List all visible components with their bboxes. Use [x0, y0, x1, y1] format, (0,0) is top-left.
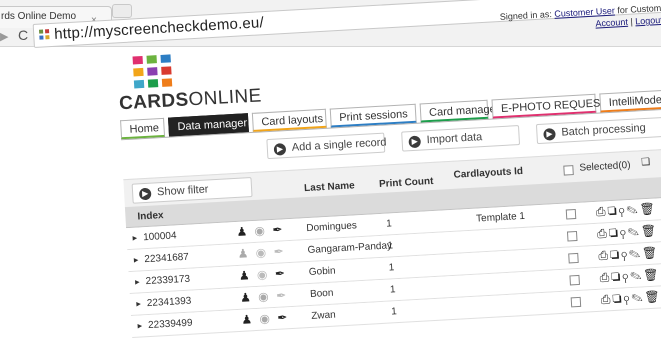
trash-icon[interactable]: 🗑 [644, 289, 661, 304]
print-icon[interactable]: ⎙ [599, 270, 611, 285]
last-name: Domingues [306, 220, 358, 235]
fingerprint-icon[interactable]: ◉ [254, 223, 265, 238]
row-checkbox[interactable] [565, 209, 577, 220]
arrow-right-icon: ▶ [138, 187, 152, 201]
trash-icon[interactable]: 🗑 [640, 223, 658, 238]
logo-square [160, 54, 171, 63]
reload-icon[interactable]: C [18, 27, 28, 43]
print-icon[interactable]: ⎙ [597, 226, 609, 241]
copy-icon[interactable]: ❏ [607, 204, 619, 219]
print-count: 1 [387, 240, 394, 252]
pen-icon[interactable]: ✒ [273, 244, 284, 259]
logo-square [133, 67, 144, 77]
trash-icon[interactable]: 🗑 [639, 201, 657, 216]
link-separator: | [630, 16, 634, 27]
copy-icon[interactable]: ❏ [608, 226, 620, 241]
cardlayouts-id-header: Cardlayouts Id [453, 165, 524, 181]
tab-home[interactable]: Home [120, 117, 166, 140]
signed-in-label: Signed in as: [499, 9, 553, 22]
copy-icon[interactable]: ❏ [612, 291, 624, 306]
row-index[interactable]: 22339499 [137, 318, 193, 332]
edit-icon[interactable]: ✎ [630, 268, 644, 283]
row-actions: ⎙❏⚲✎🗑 [600, 289, 661, 307]
row-checkbox[interactable] [566, 230, 578, 242]
row-actions: ⎙❏⚲✎🗑 [599, 267, 661, 285]
person-icon[interactable]: ♟ [236, 224, 248, 239]
logo-square [146, 55, 157, 64]
account-links: Account | Logout [595, 15, 661, 29]
cardlayout-id: Template 1 [475, 210, 526, 225]
index-header[interactable]: Index [137, 210, 164, 222]
fingerprint-icon[interactable]: ◉ [259, 311, 270, 326]
logo-square [161, 78, 173, 87]
print-icon[interactable]: ⎙ [598, 248, 610, 263]
person-icon[interactable]: ♟ [239, 268, 251, 283]
arrow-right-icon: ▶ [543, 128, 556, 141]
select-all-checkbox[interactable] [563, 165, 574, 176]
site-favicon-icon [38, 29, 50, 40]
logo-grid-icon [132, 49, 261, 89]
row-index[interactable]: 100004 [132, 230, 177, 243]
print-count: 1 [385, 218, 393, 230]
tab-title: rds Online Demo [1, 11, 77, 22]
trash-icon[interactable]: 🗑 [643, 267, 661, 282]
edit-icon[interactable]: ✎ [629, 246, 643, 261]
edit-icon[interactable]: ✎ [626, 202, 640, 217]
person-icon[interactable]: ♟ [240, 290, 252, 305]
row-actions: ⎙❏⚲✎🗑 [596, 201, 658, 219]
forward-arrow-icon[interactable]: ▶ [0, 30, 8, 43]
trash-icon[interactable]: 🗑 [642, 245, 660, 260]
person-icon[interactable]: ♟ [237, 246, 249, 261]
logout-link[interactable]: Logout [635, 15, 661, 27]
page-content: Signed in as: Customer User for Customer… [105, 0, 661, 359]
row-checkbox[interactable] [569, 274, 580, 286]
logo-square [133, 79, 145, 89]
last-name: Boon [309, 287, 334, 300]
fingerprint-icon[interactable]: ◉ [255, 245, 266, 260]
pen-icon[interactable]: ✒ [274, 266, 285, 281]
print-icon[interactable]: ⎙ [600, 292, 612, 307]
row-index[interactable]: 22341687 [134, 252, 189, 266]
batch-processing-button[interactable]: ▶ Batch processing [535, 116, 661, 145]
fingerprint-icon[interactable]: ◉ [257, 267, 268, 282]
show-filter-button[interactable]: ▶ Show filter [131, 177, 253, 204]
logo-square [147, 79, 159, 88]
logo-square [161, 66, 172, 75]
edit-icon[interactable]: ✎ [631, 290, 645, 305]
edit-icon[interactable]: ✎ [627, 224, 641, 239]
cardsonline-logo: CARDSONLINE [117, 49, 263, 115]
last-name: Gobin [308, 265, 336, 278]
copy-icon[interactable]: ❏ [611, 270, 623, 285]
fingerprint-icon[interactable]: ◉ [258, 289, 269, 304]
selected-count: Selected(0) [579, 159, 631, 174]
arrow-right-icon: ▶ [408, 135, 422, 149]
pen-icon[interactable]: ✒ [272, 222, 283, 237]
account-link[interactable]: Account [595, 17, 628, 29]
arrow-right-icon: ▶ [273, 143, 287, 156]
row-index[interactable]: 22339173 [135, 274, 190, 288]
print-icon[interactable]: ⎙ [596, 204, 608, 219]
last-name: Gangaram-Panday [307, 240, 393, 257]
for-customer-text: for Customer [617, 2, 661, 16]
pen-icon[interactable]: ✒ [276, 288, 287, 303]
import-data-button[interactable]: ▶ Import data [401, 125, 521, 152]
new-tab-button[interactable] [112, 4, 132, 18]
print-count: 1 [388, 262, 395, 274]
logo-square [147, 67, 158, 76]
last-name: Zwan [311, 309, 337, 322]
row-actions: ⎙❏⚲✎🗑 [597, 223, 659, 241]
user-link[interactable]: Customer User [554, 6, 615, 19]
logo-square [132, 55, 143, 65]
copy-icon[interactable]: ❏ [641, 157, 651, 168]
print-count: 1 [389, 284, 396, 296]
row-actions: ⎙❏⚲✎🗑 [598, 245, 660, 263]
person-icon[interactable]: ♟ [241, 312, 253, 327]
row-index[interactable]: 22341393 [136, 296, 192, 310]
row-checkbox[interactable] [570, 296, 582, 308]
copy-icon[interactable]: ❏ [610, 248, 622, 263]
print-count: 1 [390, 306, 398, 318]
row-checkbox[interactable] [568, 252, 579, 264]
add-record-button[interactable]: ▶ Add a single record [266, 132, 387, 160]
pen-icon[interactable]: ✒ [277, 310, 288, 325]
